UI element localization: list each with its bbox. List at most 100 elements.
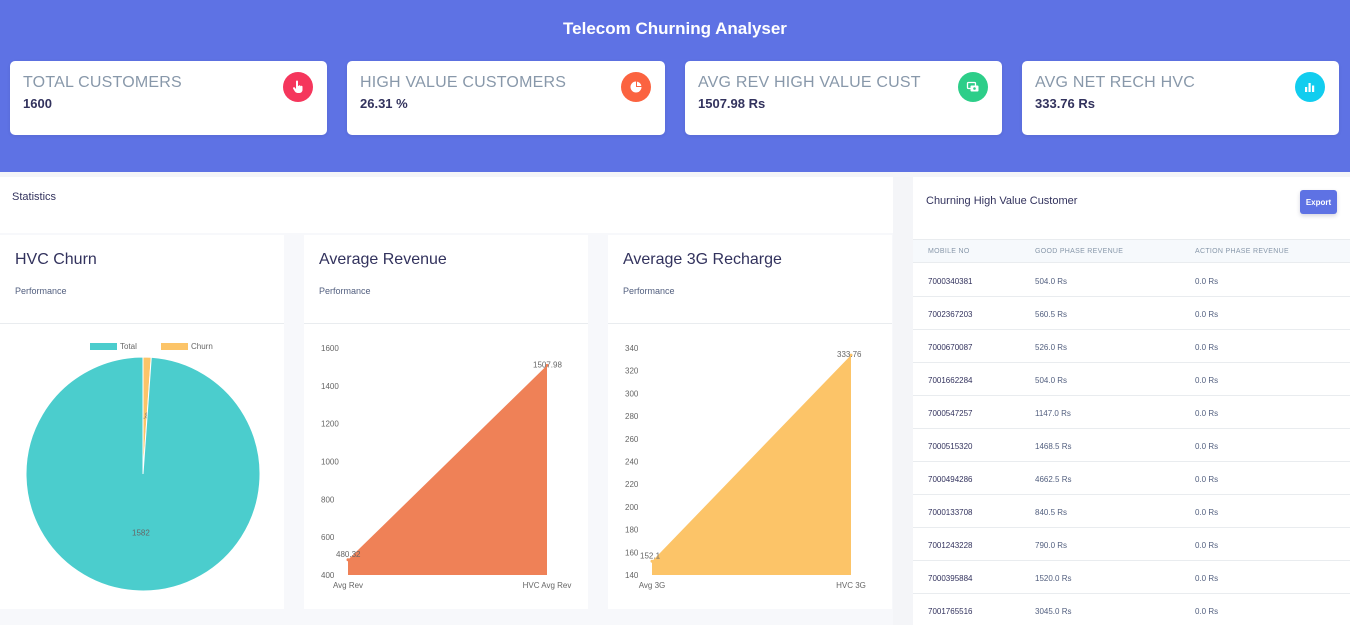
action-phase-revenue-cell: 0.0 Rs bbox=[1195, 541, 1219, 550]
y-tick-label: 140 bbox=[625, 571, 639, 580]
chart-subtitle: Performance bbox=[319, 286, 371, 296]
table-row[interactable]: 7000515320 1468.5 Rs 0.0 Rs bbox=[913, 429, 1350, 462]
table-row[interactable]: 7001243228 790.0 Rs 0.0 Rs bbox=[913, 528, 1350, 561]
card-value: 1600 bbox=[23, 96, 52, 111]
mobile-number-cell: 7000133708 bbox=[928, 508, 973, 517]
action-phase-revenue-cell: 0.0 Rs bbox=[1195, 376, 1219, 385]
y-tick-label: 220 bbox=[625, 480, 639, 489]
card-avg-net-rech-hvc: AVG NET RECH HVC 333.76 Rs bbox=[1022, 61, 1339, 135]
mobile-number-cell: 7001243228 bbox=[928, 541, 973, 550]
mobile-number-cell: 7001765516 bbox=[928, 607, 973, 616]
good-phase-revenue-cell: 504.0 Rs bbox=[1035, 376, 1068, 385]
mobile-number-cell: 7000340381 bbox=[928, 277, 973, 286]
good-phase-revenue-cell: 790.0 Rs bbox=[1035, 541, 1068, 550]
table-row[interactable]: 7000395884 1520.0 Rs 0.0 Rs bbox=[913, 561, 1350, 594]
good-phase-revenue-cell: 1468.5 Rs bbox=[1035, 442, 1072, 451]
y-tick-label: 160 bbox=[625, 548, 639, 557]
action-phase-revenue-cell: 0.0 Rs bbox=[1195, 442, 1219, 451]
action-phase-revenue-cell: 0.0 Rs bbox=[1195, 409, 1219, 418]
export-button[interactable]: Export bbox=[1300, 190, 1337, 214]
legend-label-total: Total bbox=[120, 342, 137, 351]
revenue-area bbox=[348, 365, 547, 575]
chart-title: Average Revenue bbox=[319, 251, 447, 268]
app-title: Telecom Churning Analyser bbox=[563, 19, 787, 38]
good-phase-revenue-cell: 840.5 Rs bbox=[1035, 508, 1068, 517]
x-tick-label: Avg 3G bbox=[639, 581, 666, 590]
good-phase-revenue-cell: 1520.0 Rs bbox=[1035, 574, 1072, 583]
table-row[interactable]: 7001662284 504.0 Rs 0.0 Rs bbox=[913, 363, 1350, 396]
table-row[interactable]: 7000133708 840.5 Rs 0.0 Rs bbox=[913, 495, 1350, 528]
legend-label-churn: Churn bbox=[191, 342, 213, 351]
statistics-title: Statistics bbox=[12, 191, 57, 203]
hand-pointer-icon bbox=[283, 72, 313, 102]
bar-chart-icon bbox=[1295, 72, 1325, 102]
mobile-number-cell: 7000494286 bbox=[928, 475, 973, 484]
chart-subtitle: Performance bbox=[15, 286, 67, 296]
action-phase-revenue-cell: 0.0 Rs bbox=[1195, 607, 1219, 616]
hvc-churn-card: HVC Churn Performance Total Churn 18 1582 bbox=[0, 235, 284, 609]
x-tick-label: HVC 3G bbox=[836, 581, 866, 590]
card-title: TOTAL CUSTOMERS bbox=[23, 74, 182, 91]
action-phase-revenue-cell: 0.0 Rs bbox=[1195, 574, 1219, 583]
statistics-panel: Statistics HVC Churn Performance Total Ch… bbox=[0, 177, 893, 625]
action-phase-revenue-cell: 0.0 Rs bbox=[1195, 310, 1219, 319]
y-tick-label: 240 bbox=[625, 458, 639, 467]
data-label: 152.1 bbox=[640, 551, 661, 560]
table-header: MOBILE NO GOOD PHASE REVENUE ACTION PHAS… bbox=[913, 239, 1350, 263]
table-row[interactable]: 7001765516 3045.0 Rs 0.0 Rs bbox=[913, 594, 1350, 625]
y-tick-label: 600 bbox=[321, 533, 335, 542]
table-row[interactable]: 7000494286 4662.5 Rs 0.0 Rs bbox=[913, 462, 1350, 495]
x-tick-label: Avg Rev bbox=[333, 581, 363, 590]
average-3g-recharge-area-chart: 140 160 180 200 220 240 260 280 300 320 340 Avg 3G H… bbox=[625, 344, 866, 590]
table-row[interactable]: 7000340381 504.0 Rs 0.0 Rs bbox=[913, 264, 1350, 297]
legend-swatch-churn bbox=[161, 343, 188, 350]
y-tick-label: 800 bbox=[321, 495, 335, 504]
y-tick-label: 340 bbox=[625, 344, 639, 353]
card-value: 1507.98 Rs bbox=[698, 96, 766, 111]
data-label: 1507.98 bbox=[533, 360, 562, 369]
table-row[interactable]: 7002367203 560.5 Rs 0.0 Rs bbox=[913, 297, 1350, 330]
mobile-number-cell: 7000547257 bbox=[928, 409, 973, 418]
table-row[interactable]: 7000670087 526.0 Rs 0.0 Rs bbox=[913, 330, 1350, 363]
good-phase-revenue-cell: 504.0 Rs bbox=[1035, 277, 1068, 286]
pie-chart-icon bbox=[621, 72, 651, 102]
y-tick-label: 1200 bbox=[321, 420, 339, 429]
y-tick-label: 1600 bbox=[321, 344, 339, 353]
data-label: 480.32 bbox=[336, 550, 361, 559]
card-title: AVG NET RECH HVC bbox=[1035, 74, 1195, 91]
legend-swatch-total bbox=[90, 343, 117, 350]
money-icon bbox=[958, 72, 988, 102]
good-phase-revenue-cell: 4662.5 Rs bbox=[1035, 475, 1072, 484]
mobile-number-cell: 7000670087 bbox=[928, 343, 973, 352]
column-header-mobile[interactable]: MOBILE NO bbox=[928, 248, 970, 255]
column-header-good-phase[interactable]: GOOD PHASE REVENUE bbox=[1035, 248, 1123, 255]
good-phase-revenue-cell: 3045.0 Rs bbox=[1035, 607, 1072, 616]
y-tick-label: 260 bbox=[625, 435, 639, 444]
card-title: AVG REV HIGH VALUE CUST bbox=[698, 74, 921, 91]
table-row[interactable]: 7000547257 1147.0 Rs 0.0 Rs bbox=[913, 396, 1350, 429]
y-tick-label: 180 bbox=[625, 526, 639, 535]
chart-title: HVC Churn bbox=[15, 251, 97, 268]
average-3g-recharge-card: Average 3G Recharge Performance 140 160 18… bbox=[608, 235, 892, 609]
column-header-action-phase[interactable]: ACTION PHASE REVENUE bbox=[1195, 248, 1289, 255]
statistics-header: Statistics bbox=[0, 177, 893, 233]
mobile-number-cell: 7000395884 bbox=[928, 574, 973, 583]
action-phase-revenue-cell: 0.0 Rs bbox=[1195, 277, 1219, 286]
y-tick-label: 1400 bbox=[321, 382, 339, 391]
card-value: 333.76 Rs bbox=[1035, 96, 1095, 111]
card-high-value-customers: HIGH VALUE CUSTOMERS 26.31 % bbox=[347, 61, 665, 135]
action-phase-revenue-cell: 0.0 Rs bbox=[1195, 508, 1219, 517]
x-tick-label: HVC Avg Rev bbox=[523, 581, 572, 590]
pie-value-label-total: 1582 bbox=[132, 528, 150, 537]
y-tick-label: 320 bbox=[625, 367, 639, 376]
chart-subtitle: Performance bbox=[623, 286, 675, 296]
y-tick-label: 1000 bbox=[321, 458, 339, 467]
y-tick-label: 280 bbox=[625, 412, 639, 421]
y-tick-label: 400 bbox=[321, 571, 335, 580]
mobile-number-cell: 7002367203 bbox=[928, 310, 973, 319]
hvc-churn-pie-chart: Total Churn181582 bbox=[25, 342, 261, 592]
good-phase-revenue-cell: 1147.0 Rs bbox=[1035, 409, 1071, 418]
card-title: HIGH VALUE CUSTOMERS bbox=[360, 74, 567, 91]
average-revenue-card: Average Revenue Performance 400 600 800 100… bbox=[304, 235, 588, 609]
mobile-number-cell: 7001662284 bbox=[928, 376, 973, 385]
